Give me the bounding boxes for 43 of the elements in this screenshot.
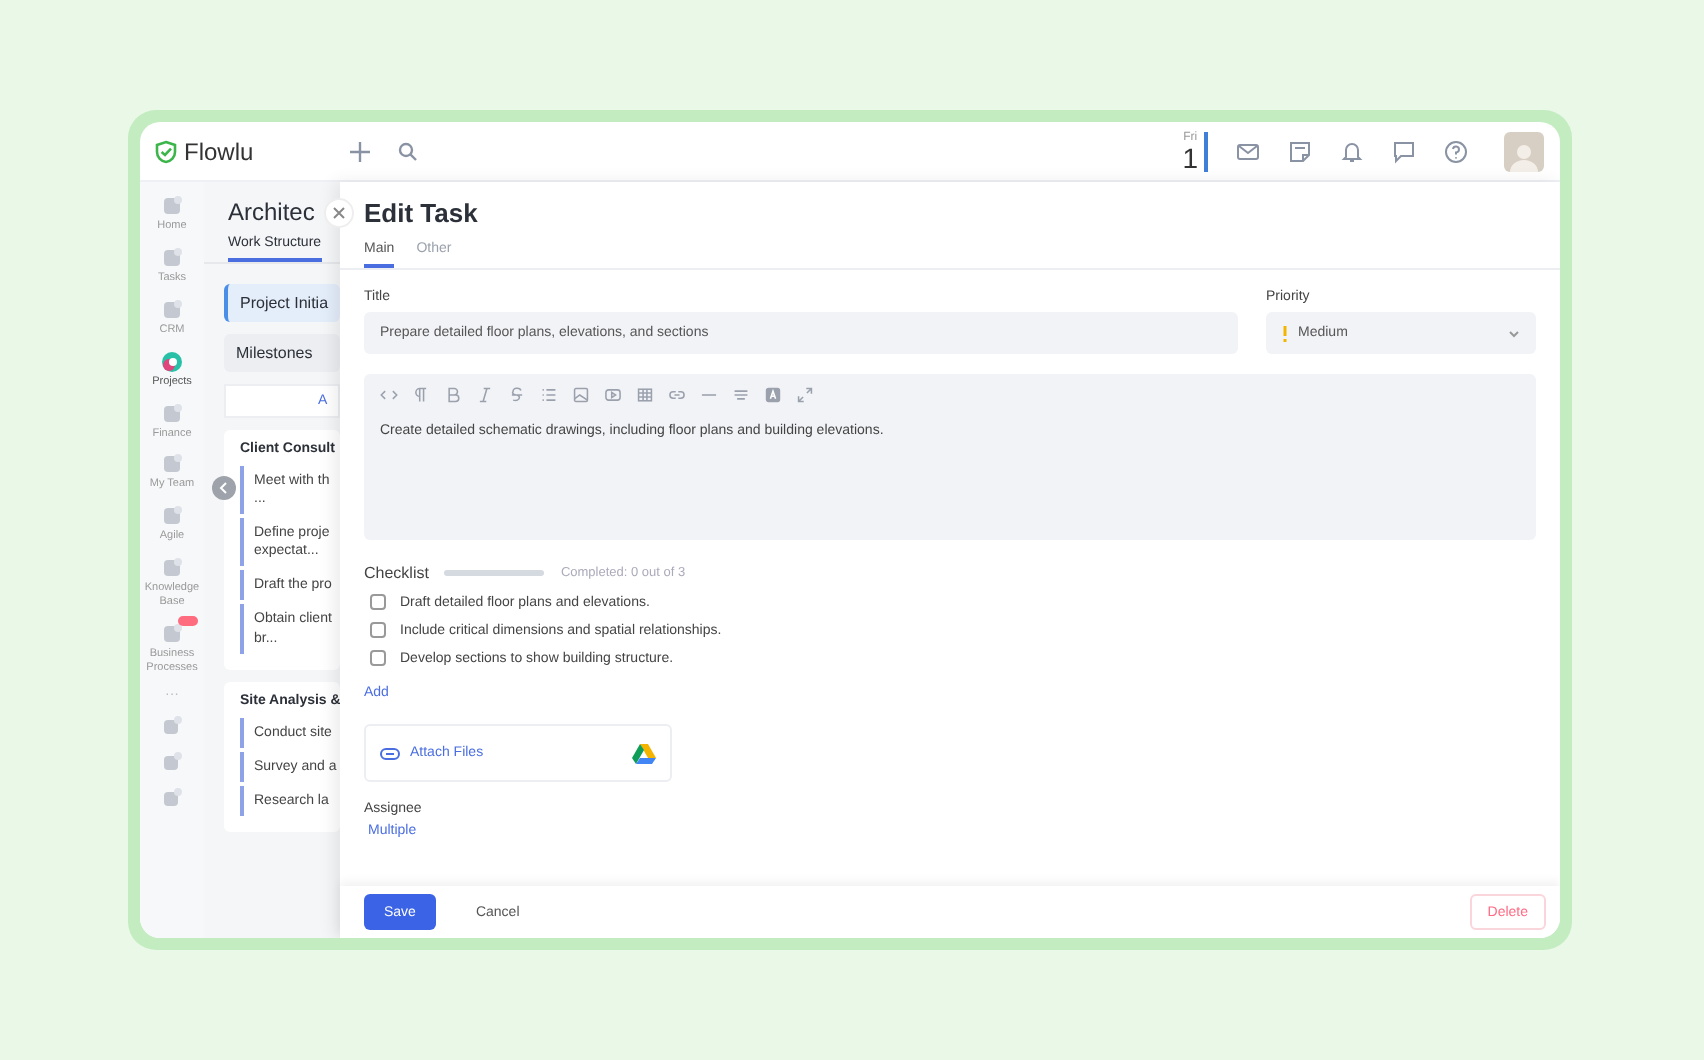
notifications-icon[interactable] [1340, 139, 1364, 163]
video-icon[interactable] [604, 386, 622, 404]
plus-icon[interactable] [349, 141, 370, 161]
table-icon[interactable] [636, 386, 654, 404]
logo-text: Flowlu [184, 137, 254, 165]
app-icon[interactable] [160, 749, 184, 774]
close-icon [332, 206, 346, 220]
panel-title: Edit Task [364, 198, 480, 228]
checkbox[interactable] [370, 622, 386, 638]
logo-icon [154, 139, 178, 163]
align-icon[interactable] [732, 386, 750, 404]
code-icon[interactable] [380, 386, 398, 404]
strikethrough-icon[interactable] [508, 386, 526, 404]
text-color-icon[interactable] [764, 386, 782, 404]
italic-icon[interactable] [476, 386, 494, 404]
image-icon[interactable] [572, 386, 590, 404]
chevron-down-icon [1508, 329, 1520, 337]
list-icon[interactable] [540, 386, 558, 404]
help-icon[interactable] [1444, 139, 1468, 163]
stage-item[interactable]: Project Initia [224, 284, 340, 322]
close-button[interactable] [324, 198, 354, 228]
drive-icon[interactable] [632, 743, 656, 763]
notes-icon[interactable] [1288, 139, 1312, 163]
chevron-left-icon [218, 482, 230, 494]
collapse-handle[interactable] [212, 476, 236, 500]
projects-icon [160, 349, 184, 374]
search-icon[interactable] [397, 141, 418, 161]
checklist-label: Checklist [364, 564, 429, 582]
app-icon[interactable] [160, 785, 184, 810]
stage-item[interactable]: Milestones [224, 334, 340, 372]
chat-icon[interactable] [1392, 139, 1416, 163]
bold-icon[interactable] [444, 386, 462, 404]
paragraph-icon[interactable] [412, 386, 430, 404]
project-title: Architec [228, 198, 315, 226]
user-avatar[interactable] [1504, 131, 1544, 171]
link-icon[interactable] [668, 386, 686, 404]
checkbox[interactable] [370, 594, 386, 610]
app-icon[interactable] [160, 713, 184, 738]
checkbox[interactable] [370, 650, 386, 666]
exclamation-icon [1282, 325, 1288, 341]
expand-icon[interactable] [796, 386, 814, 404]
paperclip-icon [380, 747, 400, 759]
mail-icon[interactable] [1236, 139, 1260, 163]
